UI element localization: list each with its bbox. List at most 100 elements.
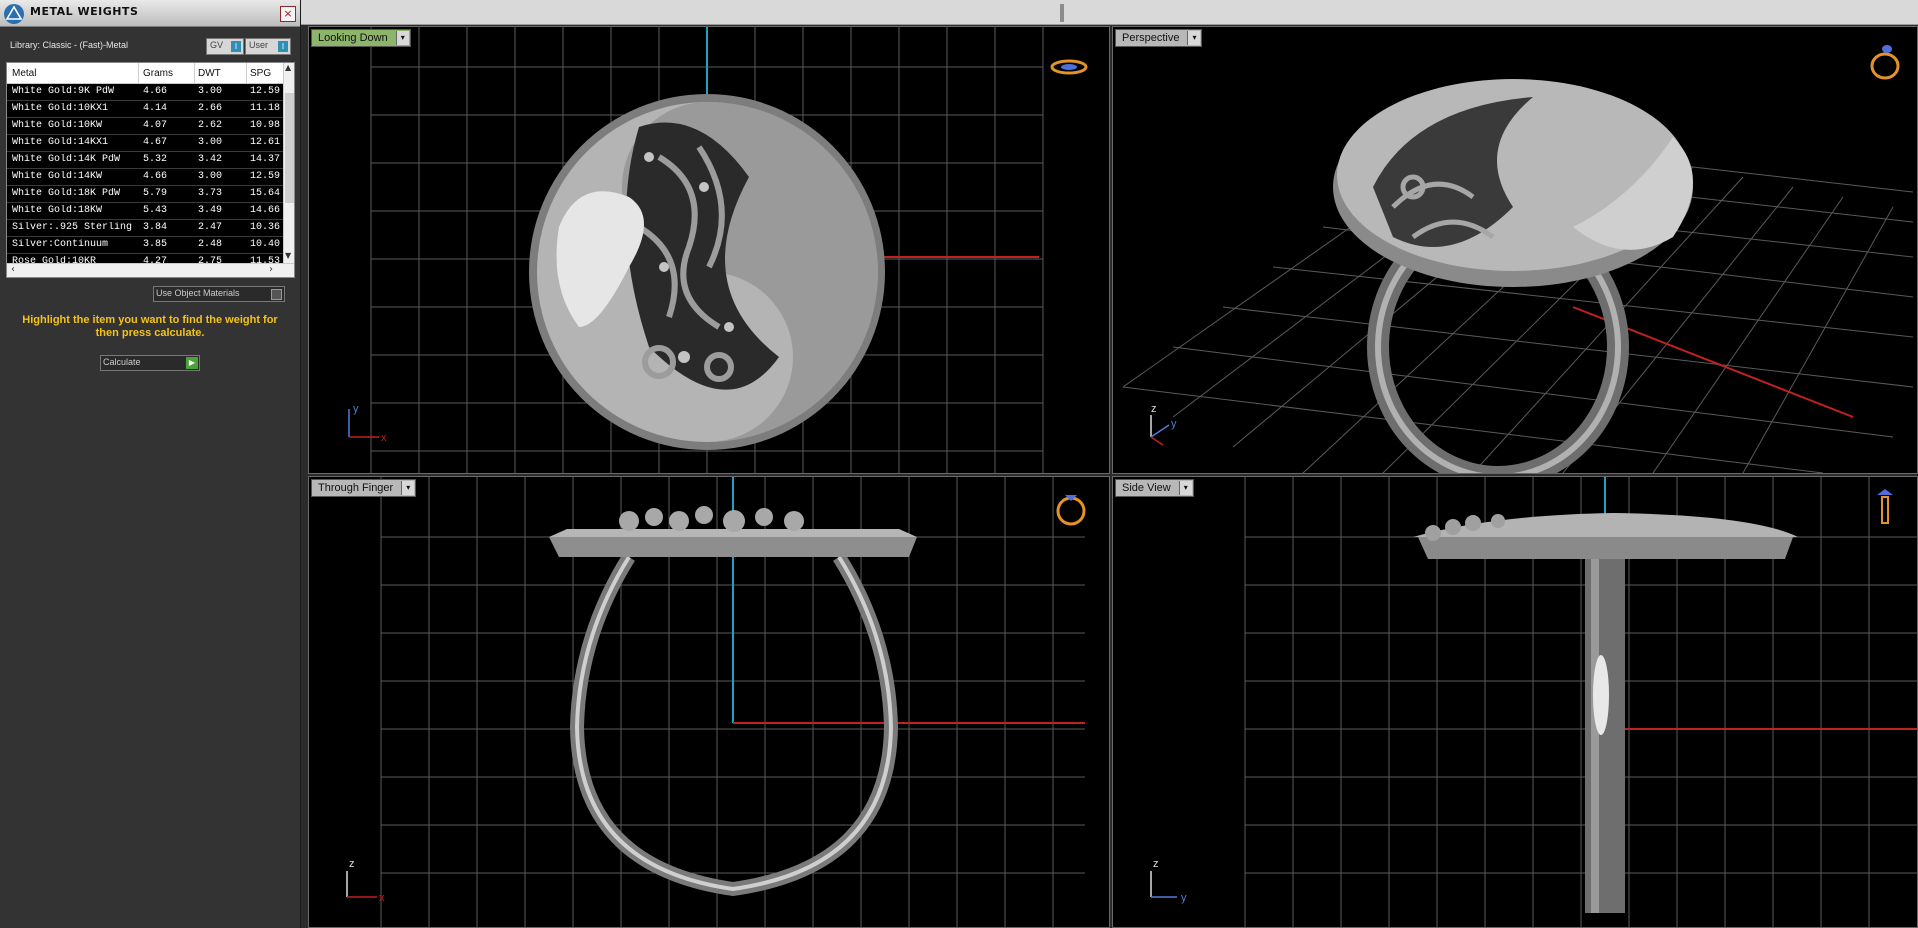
column-header-metal[interactable]: Metal bbox=[12, 68, 36, 79]
cell-spg: 10.40 bbox=[250, 239, 281, 250]
cell-spg: 15.64 bbox=[250, 188, 281, 199]
cell-metal: White Gold:14KW bbox=[12, 171, 103, 182]
scroll-right-arrow-icon[interactable]: › bbox=[269, 264, 273, 275]
ring-icon bbox=[1877, 489, 1893, 524]
cell-grams: 5.79 bbox=[143, 188, 168, 199]
cell-spg: 10.98 bbox=[250, 120, 281, 131]
axis-label-y: y bbox=[1181, 892, 1187, 904]
cell-metal: White Gold:10KW bbox=[12, 120, 103, 131]
table-header: Metal Grams DWT SPG bbox=[7, 63, 283, 84]
calculate-button[interactable]: Calculate ▶ bbox=[100, 355, 200, 371]
library-label: Library: Classic - (Fast)-Metal bbox=[10, 40, 129, 50]
use-object-materials-toggle[interactable]: Use Object Materials bbox=[153, 286, 285, 302]
table-row[interactable]: White Gold:14KX1 4.67 3.00 12.61 bbox=[7, 135, 283, 152]
cell-spg: 12.61 bbox=[250, 137, 281, 148]
cell-dwt: 3.00 bbox=[198, 137, 223, 148]
gv-toggle[interactable]: GV I bbox=[206, 38, 244, 55]
panel-title: METAL WEIGHTS bbox=[30, 5, 139, 18]
table-row[interactable]: Silver:.925 Sterling 3.84 2.47 10.36 bbox=[7, 220, 283, 237]
ring-icon bbox=[1056, 495, 1086, 526]
close-button[interactable]: × bbox=[280, 6, 296, 22]
cell-spg: 12.59 bbox=[250, 86, 281, 97]
viewport-perspective[interactable]: z y Perspective ▾ bbox=[1112, 26, 1918, 474]
cell-dwt: 3.42 bbox=[198, 154, 223, 165]
cell-metal: White Gold:9K PdW bbox=[12, 86, 115, 97]
splitter-handle[interactable] bbox=[1060, 4, 1064, 22]
scrollbar-thumb[interactable] bbox=[285, 93, 294, 203]
axis-label-y: y bbox=[1171, 418, 1177, 430]
cell-dwt: 2.66 bbox=[198, 103, 223, 114]
axis-label-z: z bbox=[349, 858, 355, 870]
column-header-dwt[interactable]: DWT bbox=[198, 68, 221, 79]
axis-label-z: z bbox=[1153, 858, 1159, 870]
cell-dwt: 3.00 bbox=[198, 171, 223, 182]
viewport-through-finger[interactable]: z x Through Finger ▾ bbox=[308, 476, 1110, 928]
chevron-down-icon: ▾ bbox=[395, 31, 409, 45]
gv-toggle-button: I bbox=[231, 41, 241, 52]
cell-spg: 10.36 bbox=[250, 222, 281, 233]
table-row[interactable]: White Gold:9K PdW 4.66 3.00 12.59 bbox=[7, 84, 283, 101]
cell-metal: White Gold:14K PdW bbox=[12, 154, 121, 165]
metal-weights-panel: METAL WEIGHTS × Library: Classic - (Fast… bbox=[0, 0, 301, 928]
cell-dwt: 2.48 bbox=[198, 239, 223, 250]
cell-dwt: 3.73 bbox=[198, 188, 223, 199]
cell-grams: 3.84 bbox=[143, 222, 168, 233]
chevron-down-icon: ▾ bbox=[401, 481, 415, 495]
ring-icon bbox=[1870, 45, 1900, 80]
metal-table: Metal Grams DWT SPG White Gold:9K PdW 4.6… bbox=[6, 62, 295, 278]
scroll-left-arrow-icon[interactable]: ‹ bbox=[11, 264, 15, 275]
cell-dwt: 3.49 bbox=[198, 205, 223, 216]
cell-metal: White Gold:18KW bbox=[12, 205, 103, 216]
top-toolbar-strip bbox=[300, 0, 1918, 25]
axis-label-y: y bbox=[353, 403, 359, 415]
cell-grams: 3.85 bbox=[143, 239, 168, 250]
side-view-scene: z y bbox=[1150, 477, 1917, 927]
user-toggle[interactable]: User I bbox=[245, 38, 291, 55]
cell-grams: 5.32 bbox=[143, 154, 168, 165]
cell-metal: Silver:Continuum bbox=[12, 239, 109, 250]
table-row[interactable]: White Gold:10KW 4.07 2.62 10.98 bbox=[7, 118, 283, 135]
ring-icon bbox=[1050, 59, 1088, 75]
viewport-looking-down[interactable]: y x Looking Down ▾ bbox=[308, 26, 1110, 474]
checkbox-icon bbox=[271, 289, 282, 300]
viewport-title: Looking Down bbox=[318, 32, 388, 44]
scroll-up-arrow-icon[interactable]: ▲ bbox=[285, 63, 291, 72]
viewport-menu-through-finger[interactable]: Through Finger ▾ bbox=[311, 479, 417, 497]
axis-label-x: x bbox=[381, 432, 387, 444]
table-vertical-scrollbar[interactable]: ▲ ▼ bbox=[283, 63, 294, 263]
use-object-materials-label: Use Object Materials bbox=[156, 288, 240, 298]
cell-grams: 5.43 bbox=[143, 205, 168, 216]
viewport-side-view[interactable]: z y Side View ▾ bbox=[1112, 476, 1918, 928]
gv-toggle-label: GV bbox=[210, 40, 224, 50]
table-body: White Gold:9K PdW 4.66 3.00 12.59 White Gol… bbox=[7, 84, 283, 271]
app-logo-icon bbox=[4, 4, 24, 24]
table-row[interactable]: White Gold:14K PdW 5.32 3.42 14.37 bbox=[7, 152, 283, 169]
scroll-down-arrow-icon[interactable]: ▼ bbox=[285, 251, 291, 260]
cell-metal: Silver:.925 Sterling bbox=[12, 222, 132, 233]
viewport-title: Perspective bbox=[1122, 32, 1180, 44]
table-row[interactable]: White Gold:18K PdW 5.79 3.73 15.64 bbox=[7, 186, 283, 203]
cell-grams: 4.66 bbox=[143, 86, 168, 97]
table-row[interactable]: White Gold:14KW 4.66 3.00 12.59 bbox=[7, 169, 283, 186]
cell-metal: White Gold:14KX1 bbox=[12, 137, 109, 148]
viewport-menu-side-view[interactable]: Side View ▾ bbox=[1115, 479, 1194, 497]
table-row[interactable]: White Gold:18KW 5.43 3.49 14.66 bbox=[7, 203, 283, 220]
cell-spg: 11.18 bbox=[250, 103, 281, 114]
panel-titlebar: METAL WEIGHTS × bbox=[0, 0, 300, 27]
viewport-menu-perspective[interactable]: Perspective ▾ bbox=[1115, 29, 1203, 47]
viewport-menu-looking-down[interactable]: Looking Down ▾ bbox=[311, 29, 411, 47]
cell-dwt: 3.00 bbox=[198, 86, 223, 97]
user-toggle-button: I bbox=[278, 41, 288, 52]
table-row[interactable]: White Gold:10KX1 4.14 2.66 11.18 bbox=[7, 101, 283, 118]
table-horizontal-scrollbar[interactable]: ‹ › bbox=[7, 263, 294, 277]
column-header-spg[interactable]: SPG bbox=[250, 68, 271, 79]
viewport-title: Side View bbox=[1122, 482, 1171, 494]
cell-spg: 14.66 bbox=[250, 205, 281, 216]
cell-metal: White Gold:18K PdW bbox=[12, 188, 121, 199]
cell-spg: 12.59 bbox=[250, 171, 281, 182]
column-header-grams[interactable]: Grams bbox=[143, 68, 173, 79]
table-row[interactable]: Silver:Continuum 3.85 2.48 10.40 bbox=[7, 237, 283, 254]
close-icon: × bbox=[283, 7, 293, 20]
axis-label-z: z bbox=[1151, 403, 1157, 415]
viewport-title: Through Finger bbox=[318, 482, 394, 494]
